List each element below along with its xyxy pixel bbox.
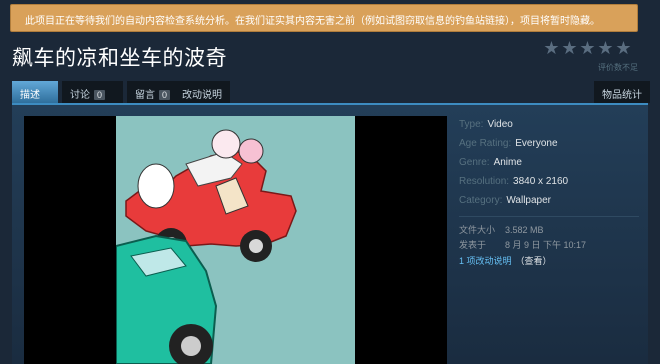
details-divider (459, 216, 639, 217)
view-change-notes-link[interactable]: （查看） (516, 256, 552, 266)
meta-posted: 发表于 8 月 9 日 下午 10:17 (459, 240, 587, 250)
preview-artwork (116, 116, 355, 364)
rating-text: 评价数不足 (598, 63, 638, 72)
page-title: 飙车的凉和坐车的波奇 (12, 47, 227, 70)
change-notes-link[interactable]: 1 项改动说明 (459, 256, 512, 266)
detail-age-rating: Age Rating: Everyone (459, 138, 558, 149)
tab-change-notes[interactable]: 改动说明 (174, 81, 230, 103)
rating-stars: ★★★★★ (543, 38, 633, 59)
star-icon: ★ (597, 38, 615, 58)
meta-file-size: 文件大小 3.582 MB (459, 225, 544, 235)
star-icon: ★ (615, 38, 633, 58)
tab-item-stats[interactable]: 物品统计 (594, 81, 650, 103)
notice-text: 此项目正在等待我们的自动内容检查系统分析。在我们证实其内容无害之前（例如试图窃取… (25, 16, 600, 27)
change-notes-row: 1 项改动说明 （查看） (459, 254, 552, 267)
detail-category: Category: Wallpaper (459, 195, 552, 206)
discussions-count-badge: 0 (94, 90, 106, 100)
star-icon: ★ (579, 38, 597, 58)
detail-resolution: Resolution: 3840 x 2160 (459, 176, 569, 187)
content-review-notice: 此项目正在等待我们的自动内容检查系统分析。在我们证实其内容无害之前（例如试图窃取… (10, 4, 638, 32)
tab-discussions[interactable]: 讨论 0 (62, 81, 123, 103)
detail-type: Type: Video (459, 119, 513, 130)
tab-description[interactable]: 描述 (12, 81, 58, 103)
star-icon: ★ (543, 38, 561, 58)
detail-genre: Genre: Anime (459, 157, 522, 168)
comments-count-badge: 0 (159, 90, 171, 100)
star-icon: ★ (561, 38, 579, 58)
